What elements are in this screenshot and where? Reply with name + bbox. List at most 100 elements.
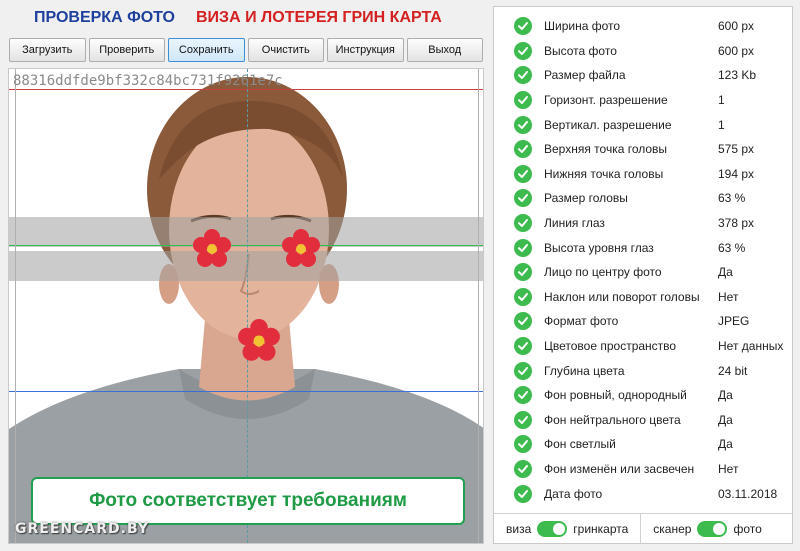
check-value: 1	[718, 93, 725, 108]
check-value: 123 Kb	[718, 68, 757, 83]
check-circle-icon	[514, 238, 532, 257]
check-label: Фон светлый	[544, 437, 616, 452]
check-value: 600 px	[718, 19, 755, 34]
exit-button[interactable]: Выход	[406, 38, 483, 62]
center-line	[247, 69, 248, 543]
check-row: Высота фото 600 px	[494, 39, 792, 64]
check-value: Да	[718, 412, 733, 427]
check-label: Горизонт. разрешение	[544, 93, 668, 108]
scanner-photo-toggle[interactable]	[697, 520, 728, 537]
check-label: Размер головы	[544, 191, 628, 206]
check-row: Вертикал. разрешение 1	[494, 112, 792, 137]
check-label: Фон ровный, однородный	[544, 388, 687, 403]
check-label: Глубина цвета	[544, 363, 625, 378]
source-toggle-group: сканер фото	[653, 520, 762, 537]
check-value: JPEG	[718, 314, 750, 329]
flower-icon	[238, 319, 280, 361]
visa-greencard-toggle[interactable]	[537, 520, 568, 537]
check-circle-icon	[514, 17, 532, 36]
check-value: 03.11.2018	[718, 486, 778, 501]
check-row: Фон ровный, однородный Да	[494, 383, 792, 408]
check-value: Да	[718, 265, 733, 280]
check-circle-icon	[514, 164, 532, 183]
check-circle-icon	[514, 263, 532, 282]
check-circle-icon	[514, 287, 532, 306]
check-row: Фон нейтрального цвета Да	[494, 408, 792, 433]
panel-footer: виза гринкарта сканер фото	[494, 513, 792, 544]
check-row: Верхняя точка головы 575 px	[494, 137, 792, 162]
check-results-panel: Ширина фото 600 px Высота фото 600 px Размер…	[493, 6, 793, 544]
check-label: Формат фото	[544, 314, 619, 329]
check-row: Размер головы 63 %	[494, 186, 792, 211]
save-button[interactable]: Сохранить	[168, 38, 245, 62]
eye-zone-top-band	[9, 217, 483, 247]
check-row: Глубина цвета 24 bit	[494, 358, 792, 383]
check-row: Фон светлый Да	[494, 432, 792, 457]
check-list: Ширина фото 600 px Высота фото 600 px Размер…	[494, 14, 792, 506]
check-circle-icon	[514, 459, 532, 478]
check-label: Вертикал. разрешение	[544, 117, 672, 132]
check-circle-icon	[514, 115, 532, 134]
check-row: Горизонт. разрешение 1	[494, 88, 792, 113]
check-label: Фон нейтрального цвета	[544, 412, 681, 427]
check-circle-icon	[514, 312, 532, 331]
check-value: 63 %	[718, 240, 746, 255]
check-value: Нет данных	[718, 339, 784, 354]
clear-button[interactable]: Очистить	[247, 38, 324, 62]
check-circle-icon	[514, 410, 532, 429]
load-button[interactable]: Загрузить	[9, 38, 86, 62]
footer-divider	[640, 513, 642, 544]
check-value: Нет	[718, 461, 739, 476]
check-circle-icon	[514, 91, 532, 110]
watermark: GREENCARD.BY	[15, 521, 149, 537]
check-label: Нижняя точка головы	[544, 166, 664, 181]
toggle-knob	[553, 522, 566, 535]
left-frame-line	[15, 69, 16, 543]
check-circle-icon	[514, 435, 532, 454]
check-row: Нижняя точка головы 194 px	[494, 162, 792, 187]
flower-icon	[282, 229, 320, 267]
instructions-button[interactable]: Инструкция	[327, 38, 404, 62]
check-label: Высота уровня глаз	[544, 240, 654, 255]
check-label: Лицо по центру фото	[544, 265, 662, 280]
app-title: ПРОВЕРКА ФОТО	[34, 9, 175, 26]
check-value: 378 px	[718, 216, 755, 231]
check-value: 600 px	[718, 43, 755, 58]
check-value: 24 bit	[718, 363, 748, 378]
check-row: Линия глаз 378 px	[494, 211, 792, 236]
check-label: Фон изменён или засвечен	[544, 461, 695, 476]
photo-hash: 88316ddfde9bf332c84bc731f9261e7c	[13, 73, 283, 89]
check-circle-icon	[514, 214, 532, 233]
flower-icon	[193, 229, 231, 267]
check-value: Нет	[718, 289, 739, 304]
check-value: 63 %	[718, 191, 746, 206]
check-circle-icon	[514, 361, 532, 380]
check-row: Дата фото 03.11.2018	[494, 481, 792, 506]
check-button[interactable]: Проверить	[88, 38, 165, 62]
check-row: Высота уровня глаз 63 %	[494, 235, 792, 260]
check-row: Наклон или поворот головы Нет	[494, 285, 792, 310]
check-row: Цветовое пространство Нет данных	[494, 334, 792, 359]
mode-toggle-group: виза гринкарта	[506, 520, 629, 537]
toggle-label-scanner: сканер	[653, 521, 692, 536]
check-label: Высота фото	[544, 43, 617, 58]
check-row: Формат фото JPEG	[494, 309, 792, 334]
check-value: Да	[718, 437, 733, 452]
check-circle-icon	[514, 41, 532, 60]
check-circle-icon	[514, 337, 532, 356]
toggle-label-greencard: гринкарта	[573, 521, 629, 536]
check-row: Ширина фото 600 px	[494, 14, 792, 39]
check-label: Наклон или поворот головы	[544, 289, 700, 304]
chin-line	[9, 391, 483, 392]
check-circle-icon	[514, 66, 532, 85]
check-label: Размер файла	[544, 68, 626, 83]
check-row: Фон изменён или засвечен Нет	[494, 457, 792, 482]
app-subtitle: ВИЗА И ЛОТЕРЕЯ ГРИН КАРТА	[196, 9, 442, 26]
check-row: Лицо по центру фото Да	[494, 260, 792, 285]
right-frame-line	[478, 69, 479, 543]
eye-zone-bottom-band	[9, 251, 483, 281]
toggle-label-visa: виза	[506, 521, 532, 536]
check-label: Дата фото	[544, 486, 603, 501]
toggle-label-photo: фото	[733, 521, 762, 536]
check-label: Линия глаз	[544, 216, 605, 231]
